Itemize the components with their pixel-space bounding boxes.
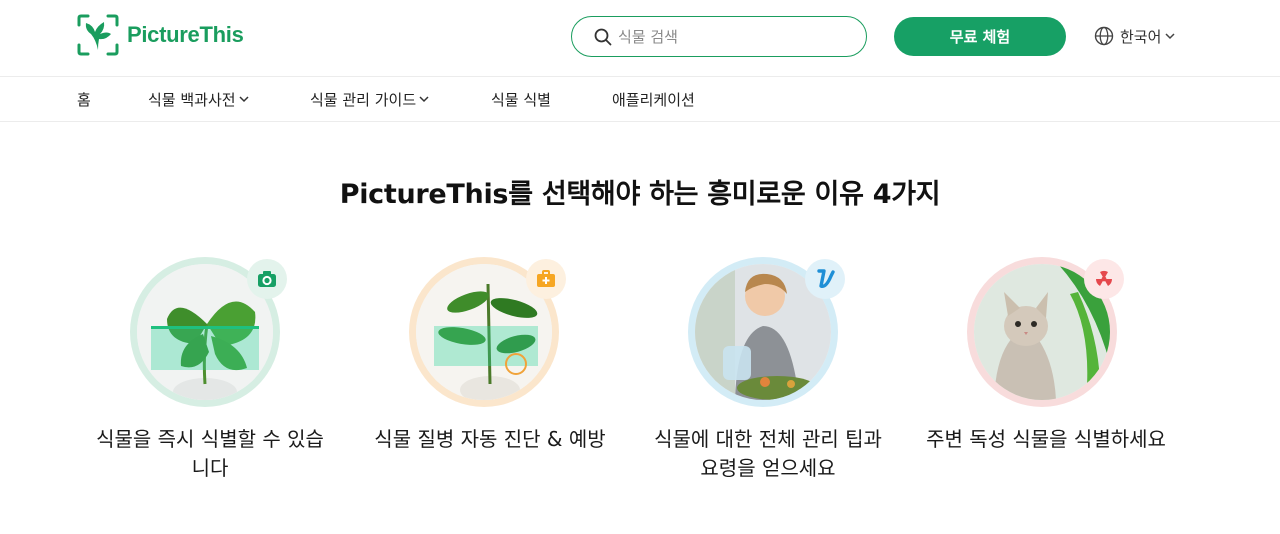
nav-item-label: 홈 [77,90,91,109]
feature-label: 식물 질병 자동 진단 & 예방 [340,425,640,454]
language-selector[interactable]: 한국어 [1094,24,1176,48]
search-icon [594,28,612,45]
section-heading: PictureThis를 선택해야 하는 흥미로운 이유 4가지 [339,179,941,210]
feature-badge [1084,259,1124,299]
feature-card-toxic-plants[interactable]: 주변 독성 식물을 식별하세요 [926,255,1166,495]
nav-item-label: 식물 백과사전 [148,90,236,109]
feature-label-line: 식물을 즉시 식별할 수 있습 [96,427,324,451]
main-nav: 홈 식물 백과사전 식물 관리 가이드 식물 식별 애플리케이션 [0,77,1280,122]
feature-label-line: 식물에 대한 전체 관리 팁과 [654,427,882,451]
nav-item-label: 식물 관리 가이드 [310,90,417,109]
toxic-icon [1095,270,1113,286]
search-input[interactable] [618,27,848,46]
first-aid-kit-icon [537,270,555,287]
picturethis-logo-icon [77,14,119,56]
chevron-down-icon [419,96,429,103]
feature-label-line: 니다 [191,456,229,480]
nav-item-application[interactable]: 애플리케이션 [612,77,695,121]
site-header: PictureThis 무료 체험 한국어 [0,0,1280,77]
feature-label-line: 식물 질병 자동 진단 & 예방 [374,427,606,451]
nav-item-home[interactable]: 홈 [77,77,91,121]
feature-card-diagnose[interactable]: 식물 질병 자동 진단 & 예방 [370,255,610,495]
nav-item-label: 식물 식별 [491,90,551,109]
nav-item-label: 애플리케이션 [612,90,695,109]
watering-icon [817,269,835,288]
feature-label: 주변 독성 식물을 식별하세요 [896,425,1196,454]
nav-item-plant-identification[interactable]: 식물 식별 [491,77,551,121]
chevron-down-icon [1165,33,1175,40]
nav-item-plant-encyclopedia[interactable]: 식물 백과사전 [148,77,250,121]
feature-label: 식물에 대한 전체 관리 팁과 요령을 얻으세요 [618,425,918,483]
nav-item-plant-care-guide[interactable]: 식물 관리 가이드 [310,77,430,121]
feature-card-identify[interactable]: 식물을 즉시 식별할 수 있습 니다 [90,255,330,495]
feature-card-care-tips[interactable]: 식물에 대한 전체 관리 팁과 요령을 얻으세요 [648,255,888,495]
camera-icon [258,271,276,287]
feature-label-line: 주변 독성 식물을 식별하세요 [926,427,1166,451]
brand-name: PictureThis [127,22,244,47]
feature-label-line: 요령을 얻으세요 [700,456,836,480]
free-trial-button[interactable]: 무료 체험 [894,17,1066,56]
feature-badge [526,259,566,299]
feature-label: 식물을 즉시 식별할 수 있습 니다 [60,425,360,483]
chevron-down-icon [239,96,249,103]
feature-badge [805,259,845,299]
search-box[interactable] [571,16,867,57]
feature-badge [247,259,287,299]
language-label: 한국어 [1120,27,1162,46]
globe-icon [1094,26,1114,46]
brand-logo[interactable]: PictureThis [77,14,244,56]
